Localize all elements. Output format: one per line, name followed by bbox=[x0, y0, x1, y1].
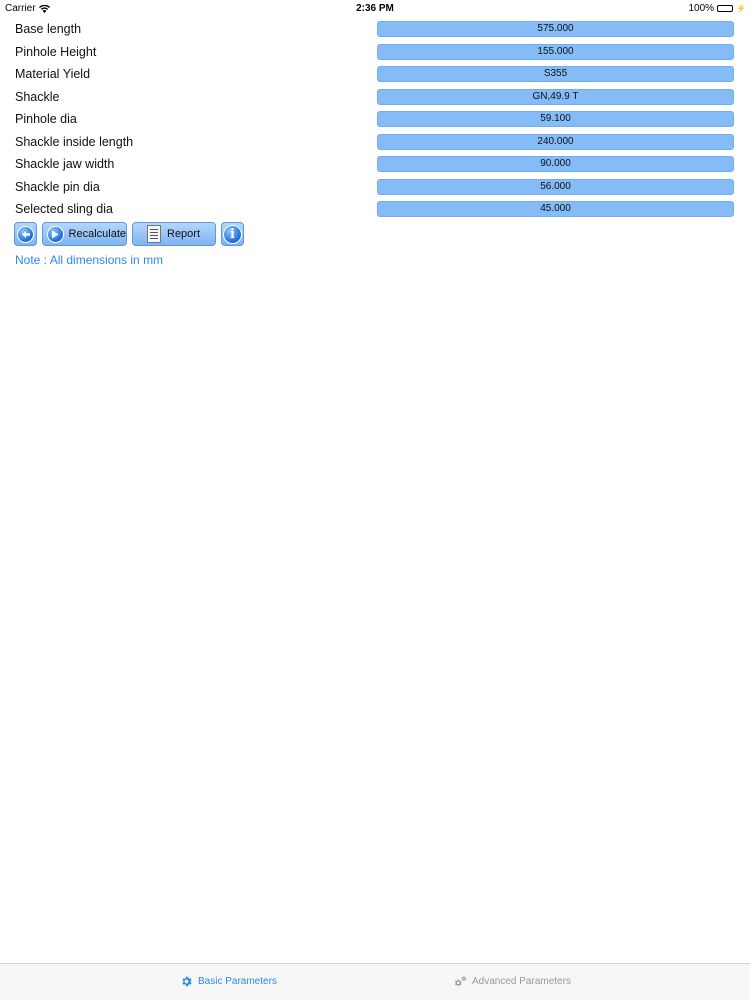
param-field-shackle-jaw-width[interactable]: 90.000 bbox=[377, 156, 734, 172]
param-label: Shackle jaw width bbox=[15, 157, 115, 171]
param-label: Material Yield bbox=[15, 67, 91, 81]
tab-basic-parameters[interactable]: Basic Parameters bbox=[180, 975, 277, 988]
param-field-pinhole-dia[interactable]: 59.100 bbox=[377, 111, 734, 127]
info-button[interactable]: i bbox=[221, 222, 244, 246]
clock: 2:36 PM bbox=[356, 3, 394, 14]
param-label: Selected sling dia bbox=[15, 202, 113, 216]
param-label: Shackle inside length bbox=[15, 134, 134, 149]
gears-icon bbox=[454, 976, 467, 987]
param-row-pinhole-height: Pinhole Height 155.000 bbox=[0, 42, 750, 65]
report-label: Report bbox=[167, 228, 201, 240]
back-arrow-icon bbox=[17, 225, 34, 243]
play-icon bbox=[47, 225, 64, 243]
recalculate-button[interactable]: Recalculate bbox=[42, 222, 127, 246]
status-bar: Carrier 2:36 PM 100% ⚡ bbox=[0, 0, 750, 16]
param-label: Base length bbox=[15, 22, 82, 36]
param-row-material-yield: Material Yield S355 bbox=[0, 64, 750, 87]
param-row-shackle-inside-length: Shackle inside length 240.000 bbox=[0, 132, 750, 155]
param-field-shackle-inside-length[interactable]: 240.000 bbox=[377, 133, 734, 150]
param-label: Shackle bbox=[15, 89, 60, 104]
gear-icon bbox=[182, 976, 192, 987]
param-label: Pinhole dia bbox=[15, 112, 77, 126]
battery-percent: 100% bbox=[688, 3, 715, 14]
tab-bar: Basic Parameters Advanced Parameters bbox=[0, 963, 750, 1000]
param-field-material-yield[interactable]: S355 bbox=[377, 66, 734, 82]
param-label: Pinhole Height bbox=[15, 44, 97, 59]
tab-advanced-label: Advanced Parameters bbox=[472, 976, 571, 987]
back-button[interactable] bbox=[14, 222, 37, 246]
param-label: Shackle pin dia bbox=[15, 179, 100, 194]
param-row-shackle-jaw-width: Shackle jaw width 90.000 bbox=[0, 154, 750, 177]
param-field-selected-sling-dia[interactable]: 45.000 bbox=[377, 201, 734, 217]
param-row-selected-sling-dia: Selected sling dia 45.000 bbox=[0, 199, 750, 222]
document-icon bbox=[147, 225, 161, 243]
charging-icon: ⚡ bbox=[736, 4, 746, 13]
battery-icon bbox=[717, 5, 734, 12]
recalculate-label: Recalculate bbox=[68, 228, 126, 240]
param-row-shackle: Shackle GN,49.9 T bbox=[0, 87, 750, 110]
parameter-list: Base length 575.000 Pinhole Height 155.0… bbox=[0, 19, 750, 222]
tab-advanced-parameters[interactable]: Advanced Parameters bbox=[454, 975, 571, 988]
tab-basic-label: Basic Parameters bbox=[198, 976, 277, 987]
param-field-base-length[interactable]: 575.000 bbox=[377, 21, 734, 37]
param-field-shackle[interactable]: GN,49.9 T bbox=[377, 88, 734, 105]
param-row-base-length: Base length 575.000 bbox=[0, 19, 750, 42]
info-icon: i bbox=[223, 224, 242, 244]
param-row-shackle-pin-dia: Shackle pin dia 56.000 bbox=[0, 177, 750, 200]
units-note: Note : All dimensions in mm bbox=[15, 253, 164, 267]
report-button[interactable]: Report bbox=[132, 222, 216, 246]
battery-indicator: 100% ⚡ bbox=[688, 3, 746, 14]
param-field-shackle-pin-dia[interactable]: 56.000 bbox=[377, 178, 734, 195]
param-row-pinhole-dia: Pinhole dia 59.100 bbox=[0, 109, 750, 132]
param-field-pinhole-height[interactable]: 155.000 bbox=[377, 43, 734, 60]
